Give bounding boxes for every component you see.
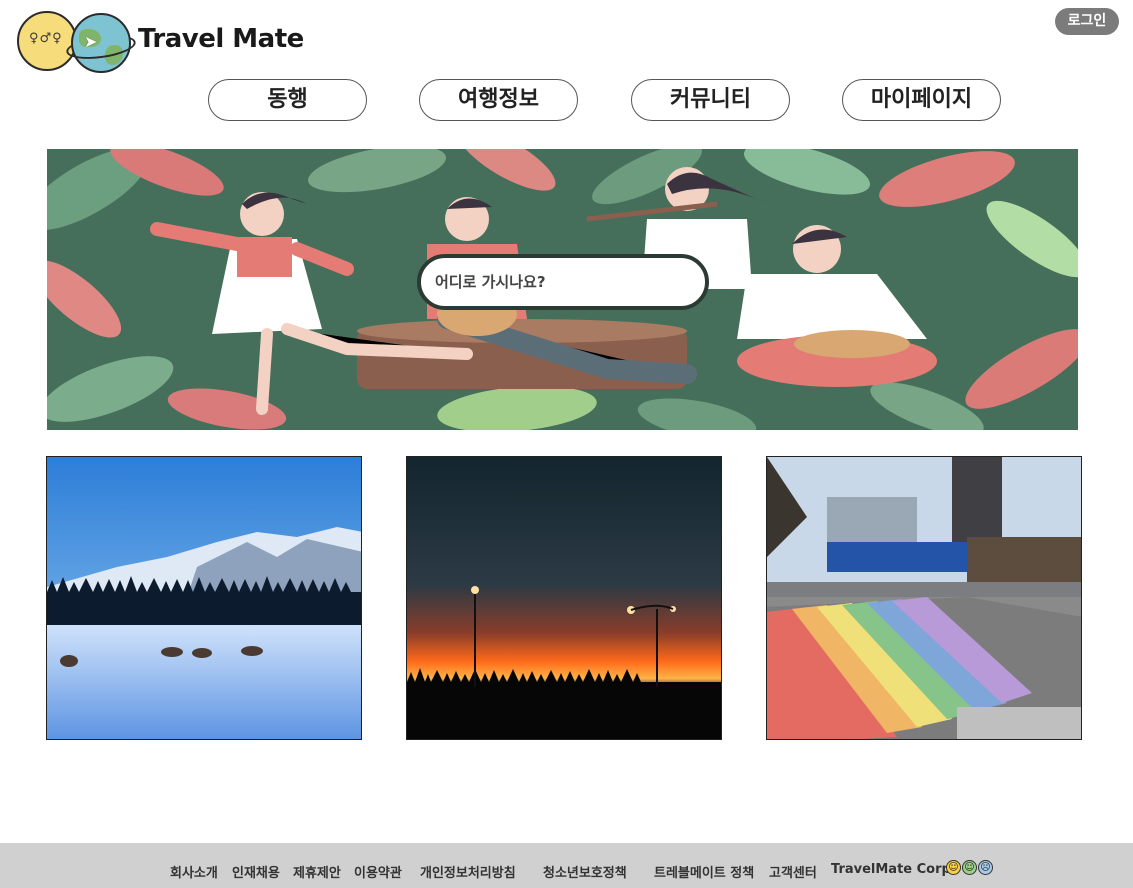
nav-travel-info[interactable]: 여행정보 (419, 79, 578, 121)
rainbow-crosswalk-image (767, 457, 1081, 739)
site-footer: 회사소개 인재채용 제휴제안 이용약관 개인정보처리방침 청소년보호정책 트레블… (0, 843, 1133, 888)
main-nav: 동행 여행정보 커뮤니티 마이페이지 (0, 79, 1133, 121)
footer-link-customer-center[interactable]: 고객센터 (769, 862, 817, 881)
paper-plane-icon: ➤ (84, 32, 98, 51)
footer-link-partnership[interactable]: 제휴제안 (293, 862, 341, 881)
hero-banner: 어디로 가시나요? (47, 149, 1078, 430)
footer-link-privacy[interactable]: 개인정보처리방침 (420, 862, 516, 881)
footer-link-travelmate-policy[interactable]: 트레블메이트 정책 (654, 862, 754, 881)
smiley-sad-icon: ☹ (978, 860, 993, 875)
photo-card-snow-mountain[interactable] (46, 456, 362, 740)
footer-link-terms[interactable]: 이용약관 (354, 862, 402, 881)
brand-name: Travel Mate (138, 24, 304, 54)
travel-mate-logo[interactable]: ♀♂♀ ➤ Travel Mate (16, 10, 306, 76)
destination-search-input[interactable]: 어디로 가시나요? (417, 254, 709, 310)
friends-illustration-icon: ♀♂♀ (17, 11, 77, 71)
nav-companion[interactable]: 동행 (208, 79, 367, 121)
photo-card-rainbow-crosswalk[interactable] (766, 456, 1082, 740)
footer-link-company[interactable]: 회사소개 (170, 862, 218, 881)
smiley-neutral-icon: ☺ (962, 860, 977, 875)
sunset-image (407, 457, 721, 739)
photo-card-sunset[interactable] (406, 456, 722, 740)
footer-corp-name: TravelMate Corp (831, 862, 951, 877)
snow-mountain-image (47, 457, 361, 739)
smiley-happy-icon: ☺ (946, 860, 961, 875)
login-button[interactable]: 로그인 (1055, 8, 1119, 35)
footer-link-careers[interactable]: 인재채용 (232, 862, 280, 881)
nav-mypage[interactable]: 마이페이지 (842, 79, 1001, 121)
nav-community[interactable]: 커뮤니티 (631, 79, 790, 121)
footer-link-youth-policy[interactable]: 청소년보호정책 (543, 862, 627, 881)
